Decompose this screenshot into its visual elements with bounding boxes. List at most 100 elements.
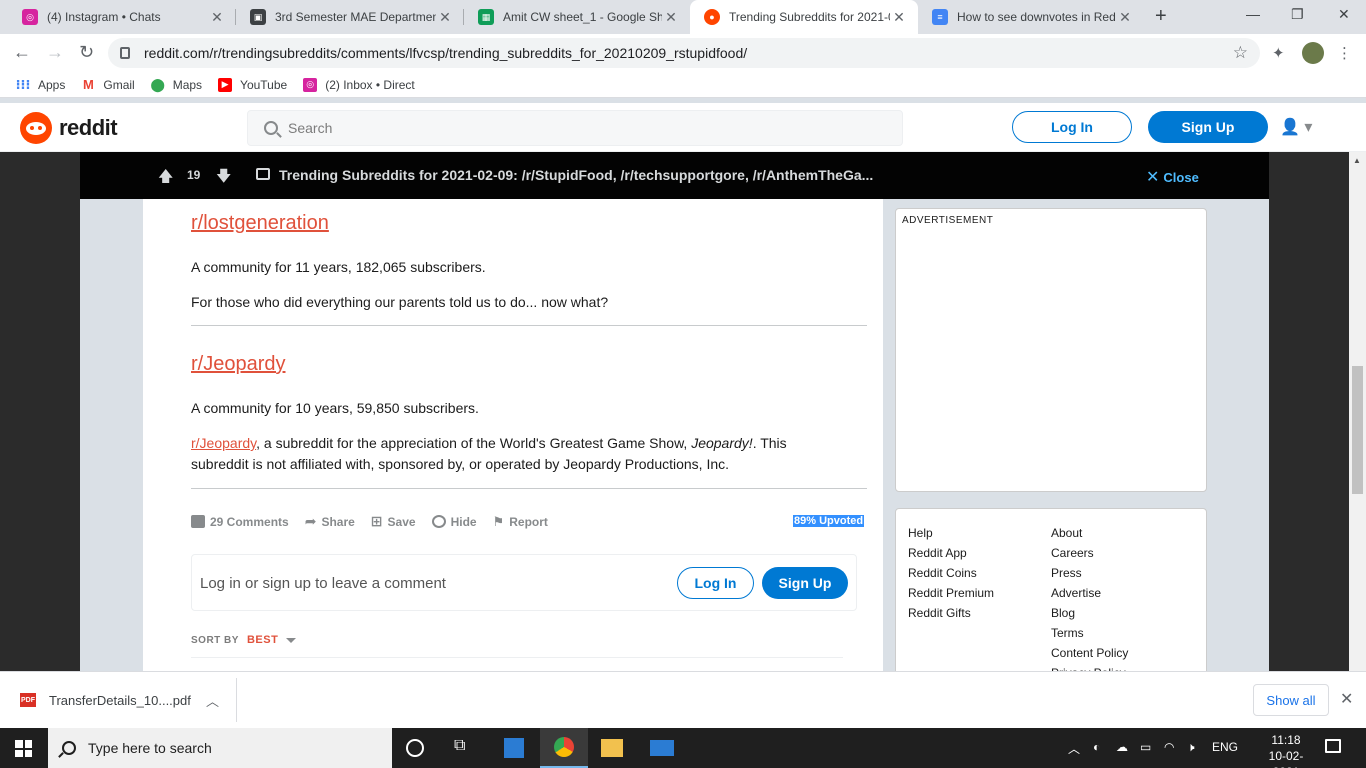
close-tab-icon[interactable]: ✕ xyxy=(662,9,680,26)
comment-login-button[interactable]: Log In xyxy=(677,567,754,599)
volume-muted-icon[interactable]: 🕨 xyxy=(1187,740,1195,755)
footer-link-reddit-coins[interactable]: Reddit Coins xyxy=(908,563,994,583)
tray-chevron-up-icon[interactable]: ︿ xyxy=(1068,740,1080,757)
restore-icon[interactable]: ❐ xyxy=(1291,6,1304,23)
browser-tab-sheets[interactable]: ▦ Amit CW sheet_1 - Google Sheets ✕ xyxy=(464,0,690,34)
sort-by-dropdown[interactable]: SORT BY BEST xyxy=(191,634,297,646)
chrome-menu-icon[interactable]: ⋮ xyxy=(1337,44,1352,62)
close-tab-icon[interactable]: ✕ xyxy=(208,9,226,26)
instagram-icon: ◎ xyxy=(22,9,38,25)
file-explorer-icon[interactable] xyxy=(601,739,623,757)
bookmark-gmail[interactable]: M Gmail xyxy=(81,77,135,92)
show-all-downloads-button[interactable]: Show all xyxy=(1253,684,1329,716)
back-arrow-icon[interactable]: ← xyxy=(13,42,31,63)
page-scrollbar[interactable]: ▲ xyxy=(1349,152,1366,671)
footer-link-press[interactable]: Press xyxy=(1051,563,1128,583)
taskbar-search-input[interactable]: Type here to search xyxy=(48,728,392,768)
task-view-icon[interactable]: ⧉ xyxy=(454,737,476,759)
new-tab-icon[interactable]: + xyxy=(1155,5,1167,28)
hide-button[interactable]: Hide xyxy=(431,515,477,529)
browser-tab-reddit[interactable]: ● Trending Subreddits for 2021-02-09 ✕ xyxy=(690,0,918,34)
browser-tab-docs[interactable]: ≡ How to see downvotes in Reddit ✕ xyxy=(918,0,1144,34)
extensions-puzzle-icon[interactable]: ✦ xyxy=(1272,44,1285,62)
user-dropdown-icon[interactable]: 👤 ▾ xyxy=(1280,117,1312,137)
reddit-logo-icon[interactable] xyxy=(20,112,52,144)
comment-signup-button[interactable]: Sign Up xyxy=(762,567,848,599)
docs-icon: ≡ xyxy=(932,9,948,25)
url-input[interactable]: reddit.com/r/trendingsubreddits/comments… xyxy=(108,38,1260,68)
taskbar-clock[interactable]: 11:18 10-02-2021 xyxy=(1256,732,1316,768)
header-signup-button[interactable]: Sign Up xyxy=(1148,111,1268,143)
bookmark-label: Apps xyxy=(38,77,66,92)
close-tab-icon[interactable]: ✕ xyxy=(890,9,908,26)
scrollbar-thumb[interactable] xyxy=(1352,366,1363,494)
browser-tab-classroom[interactable]: ▣ 3rd Semester MAE Department ✕ xyxy=(236,0,464,34)
advertisement-box[interactable]: ADVERTISEMENT xyxy=(895,208,1207,492)
pdf-file-icon: PDF xyxy=(20,693,36,707)
mail-icon[interactable] xyxy=(650,740,674,756)
bookmark-apps[interactable]: ⁝⁝⁝ Apps xyxy=(16,77,66,92)
chrome-taskbar-button[interactable] xyxy=(540,728,588,768)
notifications-icon[interactable] xyxy=(1325,739,1341,753)
downvote-arrow-icon[interactable]: 🡇 xyxy=(216,166,231,191)
footer-link-advertise[interactable]: Advertise xyxy=(1051,583,1128,603)
bookmark-youtube[interactable]: ▶ YouTube xyxy=(218,77,288,92)
footer-link-content-policy[interactable]: Content Policy xyxy=(1051,643,1128,663)
profile-avatar[interactable] xyxy=(1302,42,1324,64)
language-indicator[interactable]: ENG xyxy=(1212,740,1238,754)
windows-taskbar: Type here to search ⧉ ︿ ◐ ☁ ▭ ◠ 🕨 ENG 11… xyxy=(0,728,1366,768)
minimize-icon[interactable]: — xyxy=(1246,6,1260,22)
close-download-shelf-icon[interactable]: ✕ xyxy=(1340,689,1353,709)
chrome-icon xyxy=(554,737,574,757)
reload-icon[interactable]: ↻ xyxy=(79,42,94,63)
comments-button[interactable]: 29 Comments xyxy=(191,515,289,529)
chevron-up-icon[interactable]: ︿ xyxy=(206,691,219,710)
download-item[interactable]: TransferDetails_10....pdf xyxy=(49,693,191,708)
footer-link-careers[interactable]: Careers xyxy=(1051,543,1128,563)
meet-now-icon[interactable]: ◐ xyxy=(1093,740,1100,754)
cortana-icon[interactable] xyxy=(406,739,424,757)
bookmark-star-icon[interactable]: ☆ xyxy=(1233,43,1248,63)
battery-icon[interactable]: ▭ xyxy=(1140,740,1151,754)
overlay-backdrop-left[interactable] xyxy=(0,152,80,671)
share-button[interactable]: ➦ Share xyxy=(305,513,355,530)
footer-link-reddit-gifts[interactable]: Reddit Gifts xyxy=(908,603,994,623)
inline-subreddit-link[interactable]: r/Jeopardy xyxy=(191,435,256,451)
close-tab-icon[interactable]: ✕ xyxy=(436,9,454,26)
upvote-arrow-icon[interactable]: 🡅 xyxy=(158,166,173,191)
bookmark-label: YouTube xyxy=(240,77,288,92)
footer-link-reddit-premium[interactable]: Reddit Premium xyxy=(908,583,994,603)
overlay-backdrop-right[interactable] xyxy=(1269,152,1349,671)
subreddit-description: For those who did everything our parents… xyxy=(191,294,609,310)
reddit-wordmark[interactable]: reddit xyxy=(59,115,118,141)
footer-link-help[interactable]: Help xyxy=(908,523,994,543)
scroll-up-icon[interactable]: ▲ xyxy=(1353,156,1361,165)
close-tab-icon[interactable]: ✕ xyxy=(1116,9,1134,26)
store-icon[interactable] xyxy=(504,738,524,758)
bookmark-maps[interactable]: ⬤ Maps xyxy=(150,77,202,92)
instagram-icon: ◎ xyxy=(303,77,318,92)
close-overlay-button[interactable]: ✕ Close xyxy=(1146,167,1199,187)
divider xyxy=(191,325,867,326)
tab-title: How to see downvotes in Reddit xyxy=(957,10,1116,24)
save-button[interactable]: ⊞ Save xyxy=(371,513,416,530)
comment-prompt-text: Log in or sign up to leave a comment xyxy=(200,575,446,592)
close-window-icon[interactable]: ✕ xyxy=(1338,6,1350,23)
footer-link-blog[interactable]: Blog xyxy=(1051,603,1128,623)
footer-link-about[interactable]: About xyxy=(1051,523,1128,543)
subreddit-link-jeopardy[interactable]: r/Jeopardy xyxy=(191,353,286,376)
bookmark-instagram-inbox[interactable]: ◎ (2) Inbox • Direct xyxy=(303,77,415,92)
onedrive-icon[interactable]: ☁ xyxy=(1116,740,1128,754)
footer-link-terms[interactable]: Terms xyxy=(1051,623,1128,643)
text-post-icon xyxy=(256,168,270,180)
windows-start-icon[interactable] xyxy=(15,740,32,757)
header-login-button[interactable]: Log In xyxy=(1012,111,1132,143)
browser-tab-instagram[interactable]: ◎ (4) Instagram • Chats ✕ xyxy=(8,0,236,34)
subreddit-link-lostgeneration[interactable]: r/lostgeneration xyxy=(191,212,329,235)
forward-arrow-icon[interactable]: → xyxy=(46,42,64,63)
reddit-search-input[interactable]: Search xyxy=(247,110,903,146)
wifi-icon[interactable]: ◠ xyxy=(1164,740,1174,754)
report-button[interactable]: ⚑ Report xyxy=(493,514,548,530)
tab-title: 3rd Semester MAE Department xyxy=(275,10,436,24)
footer-link-reddit-app[interactable]: Reddit App xyxy=(908,543,994,563)
